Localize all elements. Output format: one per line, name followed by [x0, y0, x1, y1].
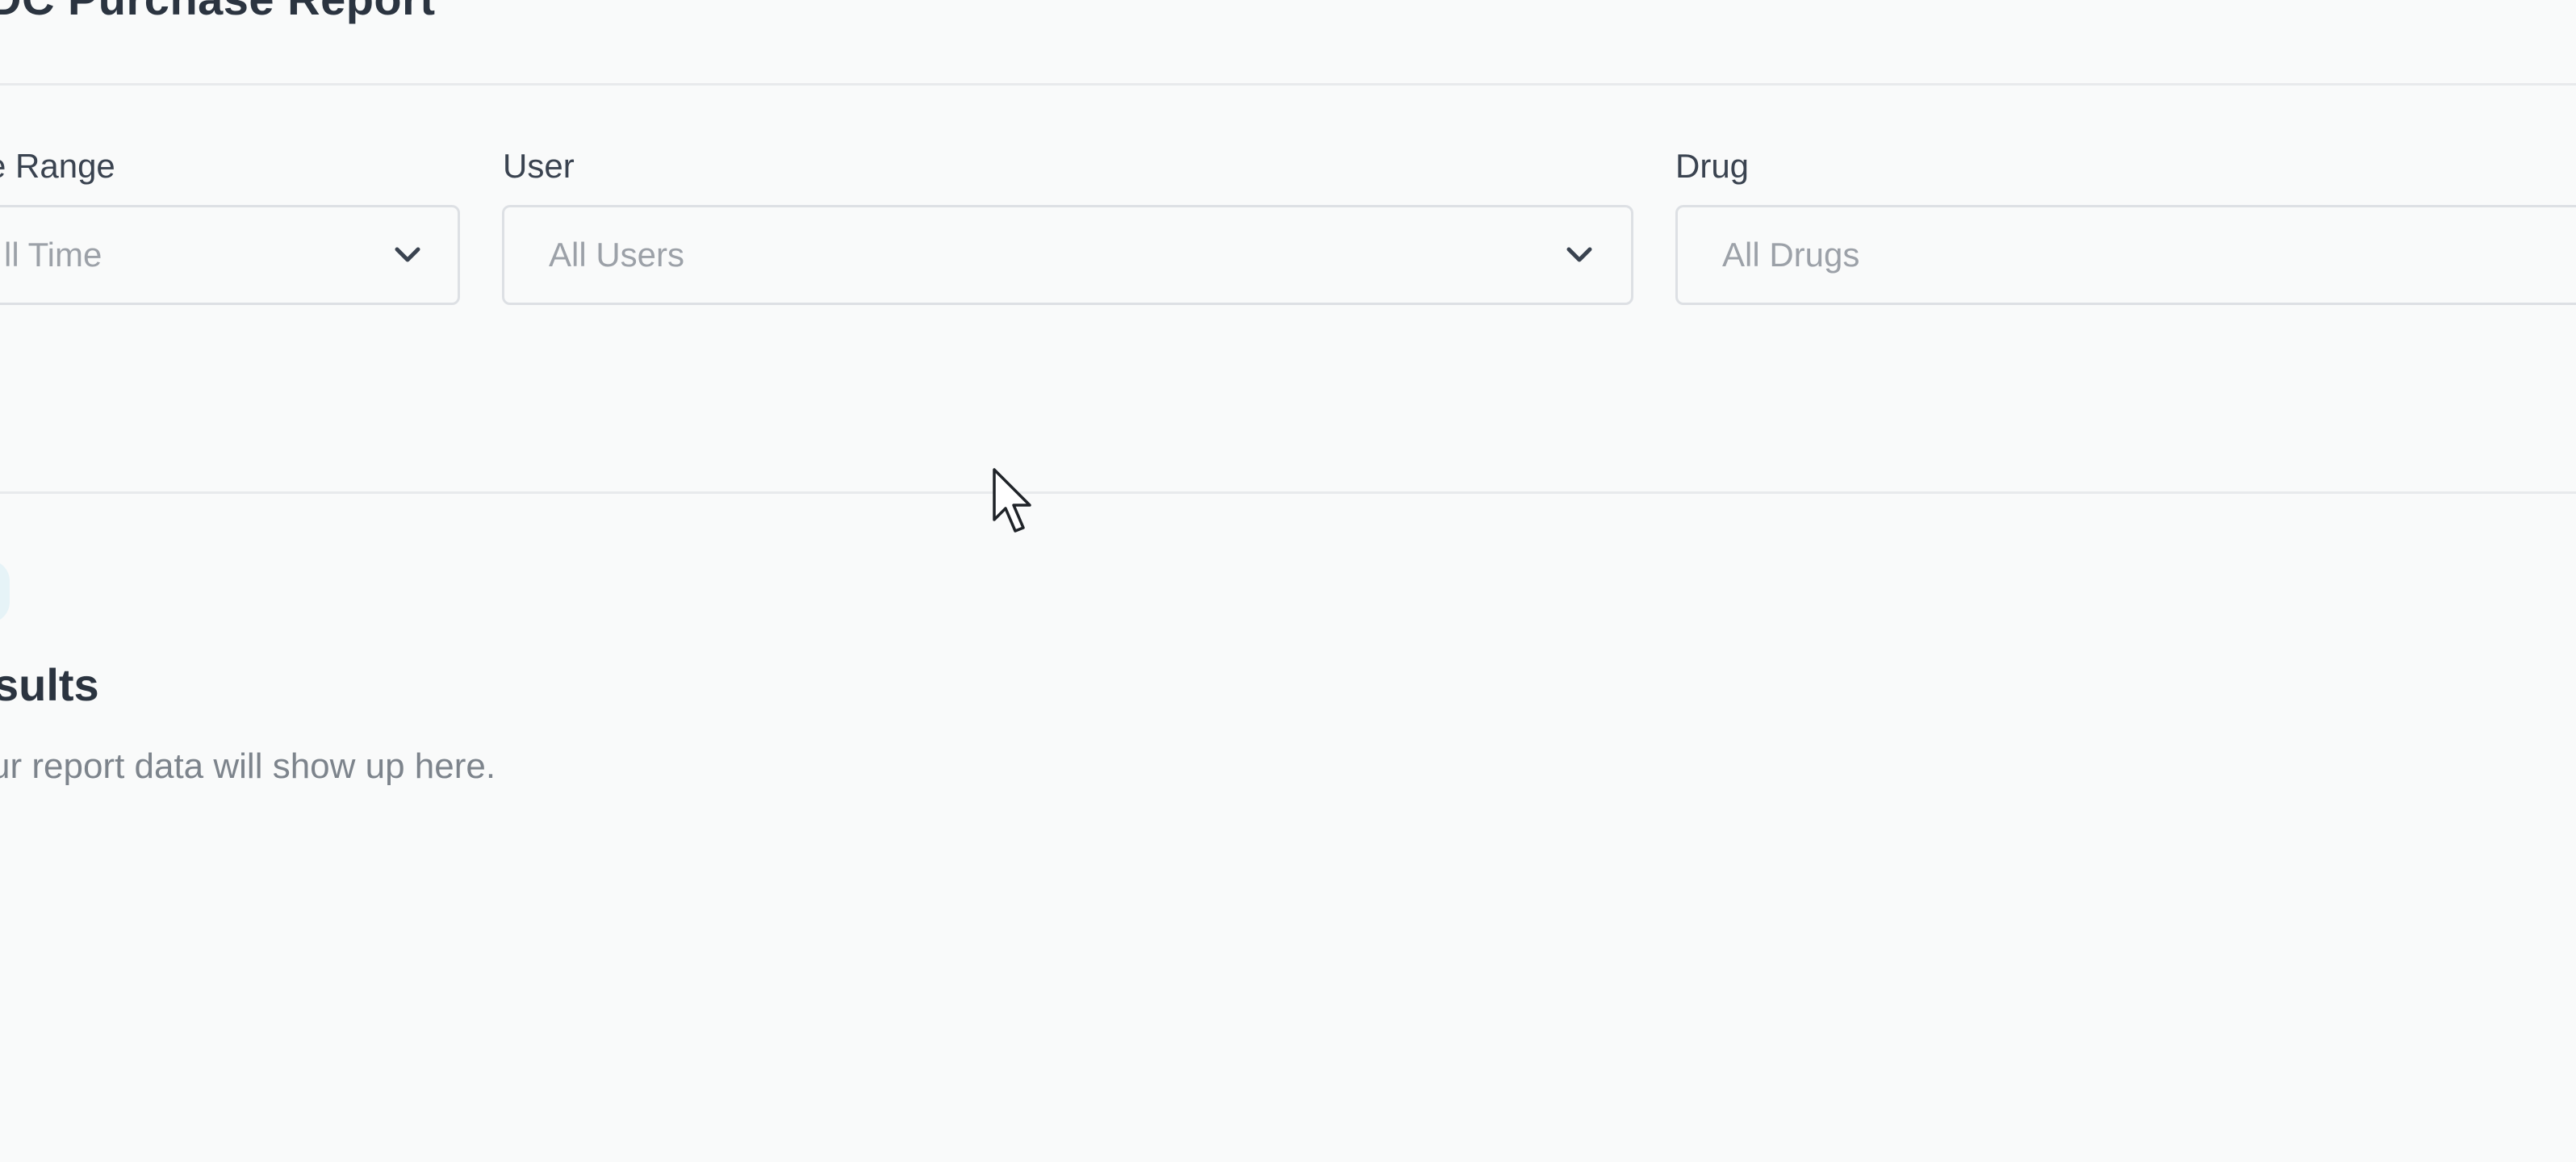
chevron-down-icon [1566, 247, 1592, 263]
date-range-value: ll Time [4, 236, 102, 274]
user-value: All Users [549, 236, 685, 274]
date-range-select[interactable]: ll Time [0, 205, 460, 305]
mouse-cursor-icon [993, 468, 1031, 533]
page-title: DC Purchase Report [0, 0, 436, 25]
results-divider [0, 491, 2576, 494]
drug-input[interactable]: All Drugs [1675, 205, 2576, 305]
empty-state-title: sults [0, 659, 99, 710]
header-divider [0, 83, 2576, 86]
date-range-label: e Range [0, 147, 115, 185]
user-select[interactable]: All Users [502, 205, 1633, 305]
chevron-down-icon [395, 247, 420, 263]
report-page: DC Purchase Report e Range ll Time User … [0, 0, 2576, 1162]
user-label: User [503, 147, 575, 185]
empty-state-message: ur report data will show up here. [0, 746, 496, 786]
report-icon [0, 560, 10, 623]
drug-placeholder: All Drugs [1722, 236, 1860, 274]
drug-label: Drug [1675, 147, 1750, 185]
